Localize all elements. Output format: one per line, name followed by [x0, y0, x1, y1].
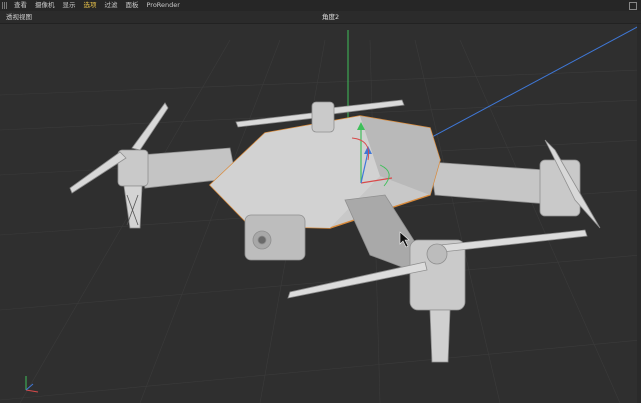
menu-item-display[interactable]: 显示: [63, 0, 76, 11]
camera-label[interactable]: 角度2: [322, 11, 339, 23]
viewport-header: 透视视图 角度2: [0, 11, 641, 24]
maximize-icon[interactable]: [629, 2, 637, 10]
viewport-canvas[interactable]: [0, 24, 641, 403]
menu-bar: 查看 摄像机 显示 选项 过滤 面板 ProRender: [0, 0, 641, 11]
menu-item-prorender[interactable]: ProRender: [147, 0, 180, 11]
menu-grip-icon: [2, 2, 8, 9]
viewport-title: 透视视图: [6, 13, 32, 21]
menu-item-filter[interactable]: 过滤: [105, 0, 118, 11]
menu-item-options[interactable]: 选项: [84, 0, 97, 11]
menu-item-camera[interactable]: 摄像机: [35, 0, 55, 11]
viewport-scrollbar[interactable]: [637, 24, 641, 403]
menu-item-panel[interactable]: 面板: [126, 0, 139, 11]
menu-item-view[interactable]: 查看: [14, 0, 27, 11]
3d-viewport[interactable]: [0, 24, 641, 403]
